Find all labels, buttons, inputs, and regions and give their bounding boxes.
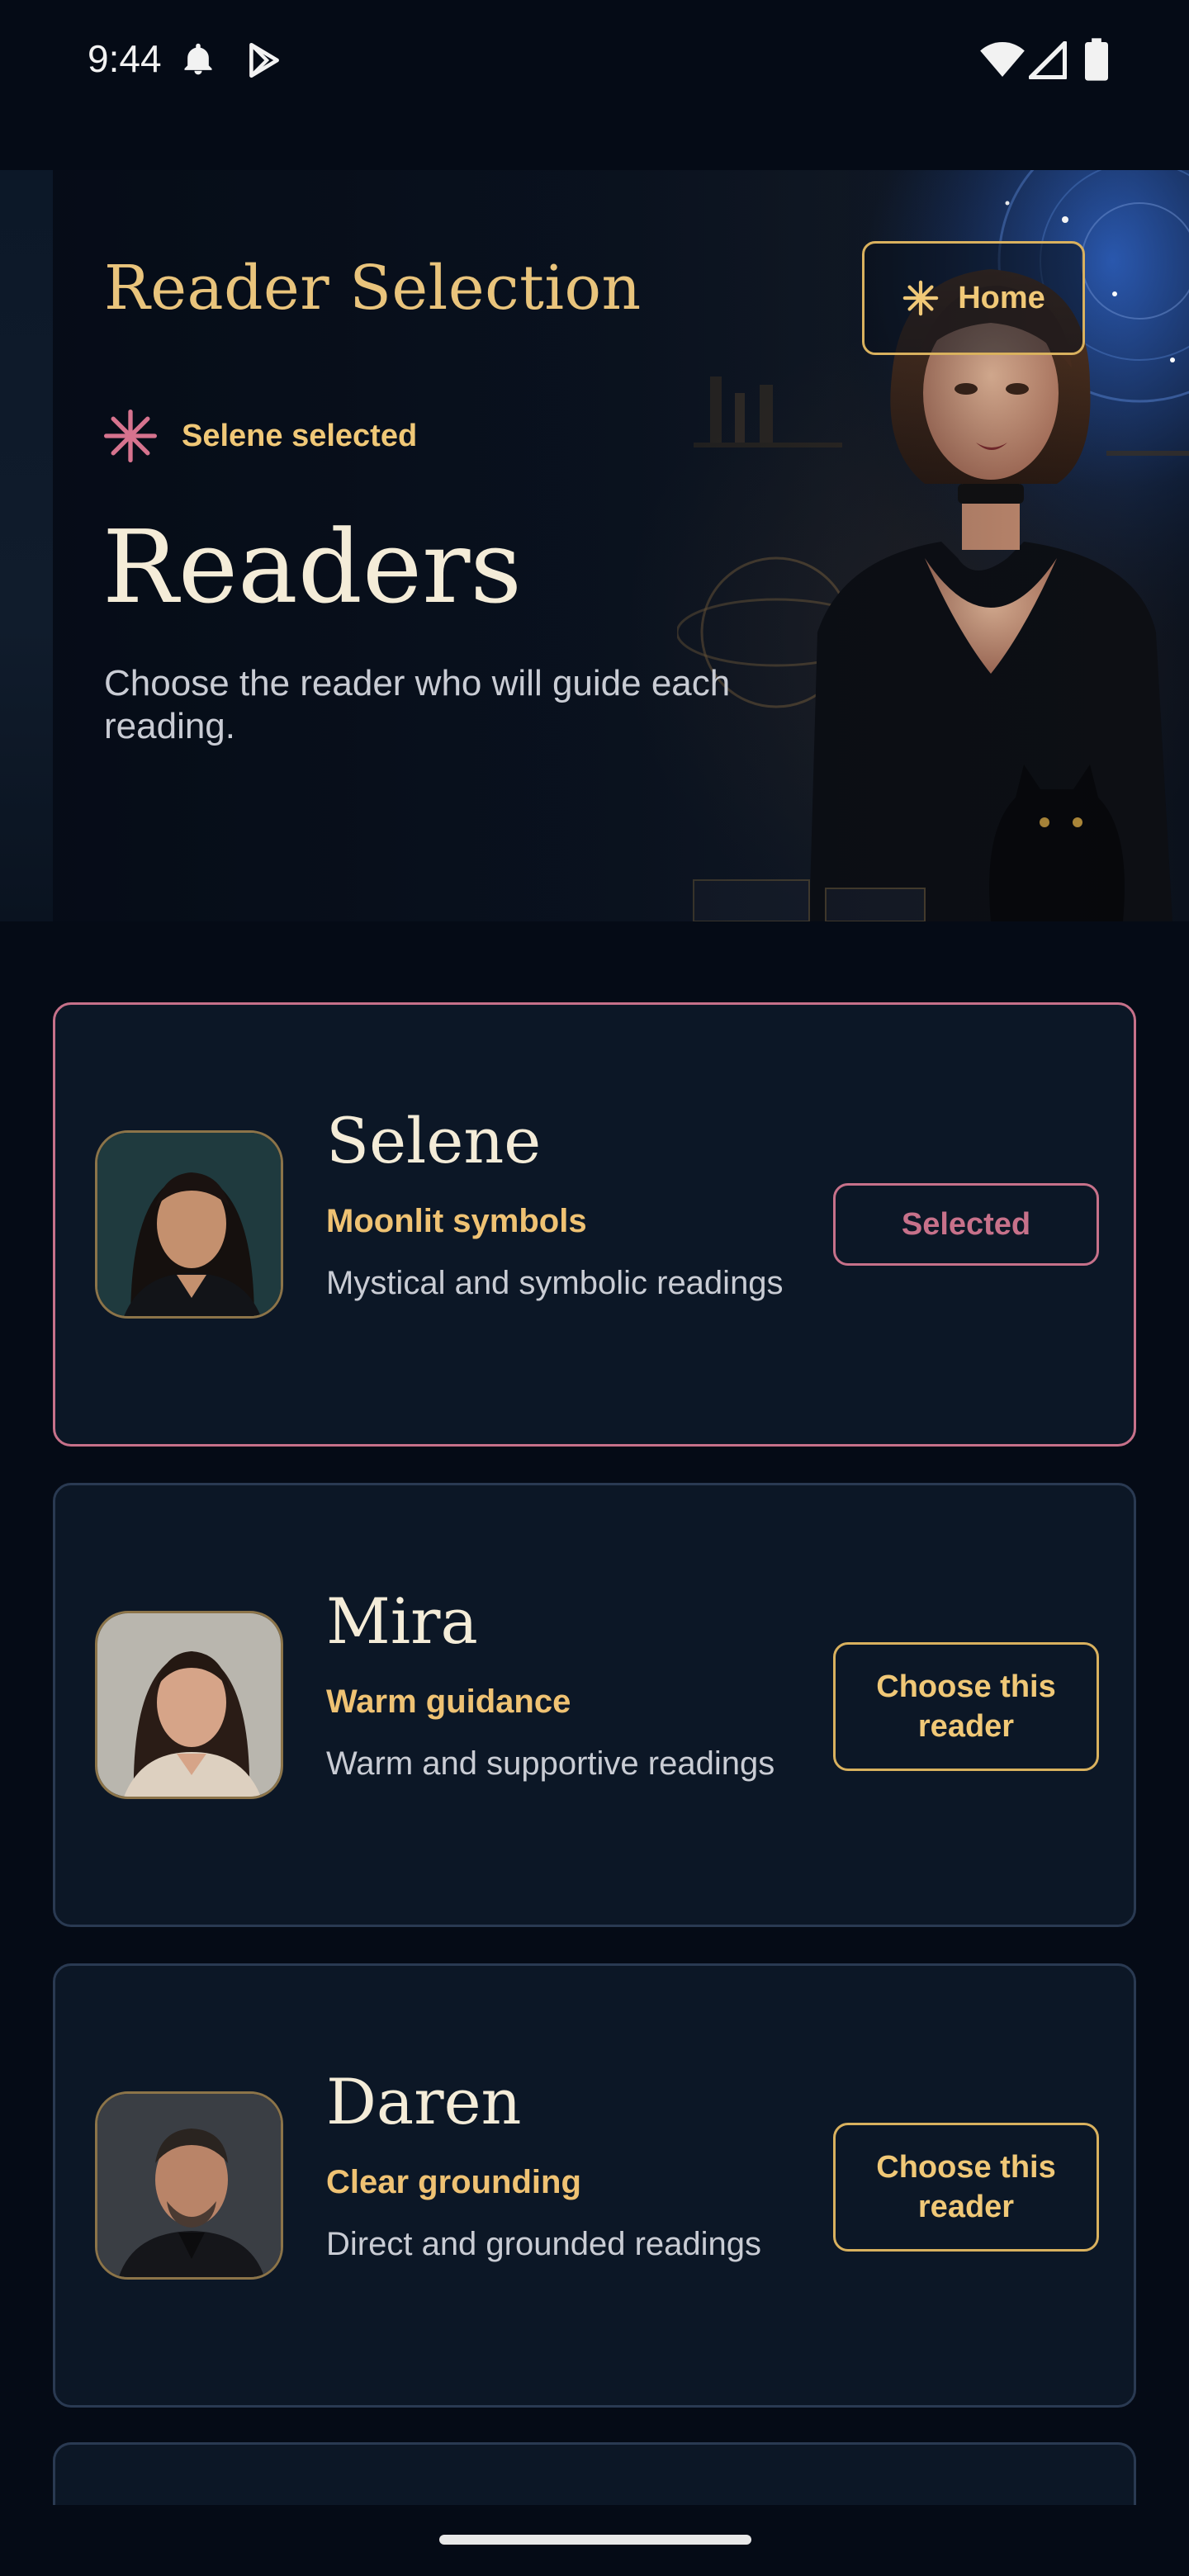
choose-reader-button[interactable]: Choose this reader [833,1642,1099,1771]
mira-portrait [97,1613,281,1797]
cell-signal-icon [1029,41,1067,79]
sparkle-icon [902,280,939,316]
hero-edge-decoration [0,170,53,921]
reader-card-selene[interactable]: Selene Moonlit symbols Mystical and symb… [53,1002,1136,1447]
selene-portrait [97,1133,281,1316]
reader-description: Mystical and symbolic readings [326,1265,784,1301]
selected-reader-indicator: Selene selected [104,410,417,462]
reader-name: Selene [326,1104,542,1177]
reader-tagline: Warm guidance [326,1683,571,1720]
selected-button[interactable]: Selected [833,1183,1099,1266]
page-subtitle: Choose the reader who will guide each re… [104,663,731,746]
asterisk-icon [104,410,157,462]
daren-portrait [97,2094,281,2277]
section-title: Reader Selection [104,253,642,324]
reader-name: Daren [326,2065,522,2138]
bell-icon [184,43,212,75]
home-button[interactable]: Home [862,241,1085,355]
play-store-icon [249,42,279,78]
avatar [95,1130,283,1319]
page-title: Readers [102,509,523,626]
reader-description: Direct and grounded readings [326,2226,762,2262]
choose-reader-button[interactable]: Choose this reader [833,2123,1099,2252]
gesture-nav-bar [0,2505,1189,2576]
reader-description: Warm and supportive readings [326,1745,775,1782]
battery-icon [1085,38,1108,81]
avatar [95,2091,283,2280]
avatar [95,1611,283,1799]
reader-name: Mira [326,1584,478,1658]
home-gesture-handle[interactable] [439,2535,751,2545]
status-bar: 9:44 [0,0,1189,116]
selected-reader-label: Selene selected [182,418,418,453]
home-button-label: Home [958,280,1045,315]
reader-tagline: Clear grounding [326,2164,581,2200]
reader-card-mira[interactable]: Mira Warm guidance Warm and supportive r… [53,1483,1136,1927]
status-time: 9:44 [88,37,162,80]
reader-card-daren[interactable]: Daren Clear grounding Direct and grounde… [53,1963,1136,2408]
reader-tagline: Moonlit symbols [326,1203,587,1239]
wifi-icon [980,42,1025,77]
hero-banner: Reader Selection Home Selene selected Re… [0,170,1189,921]
